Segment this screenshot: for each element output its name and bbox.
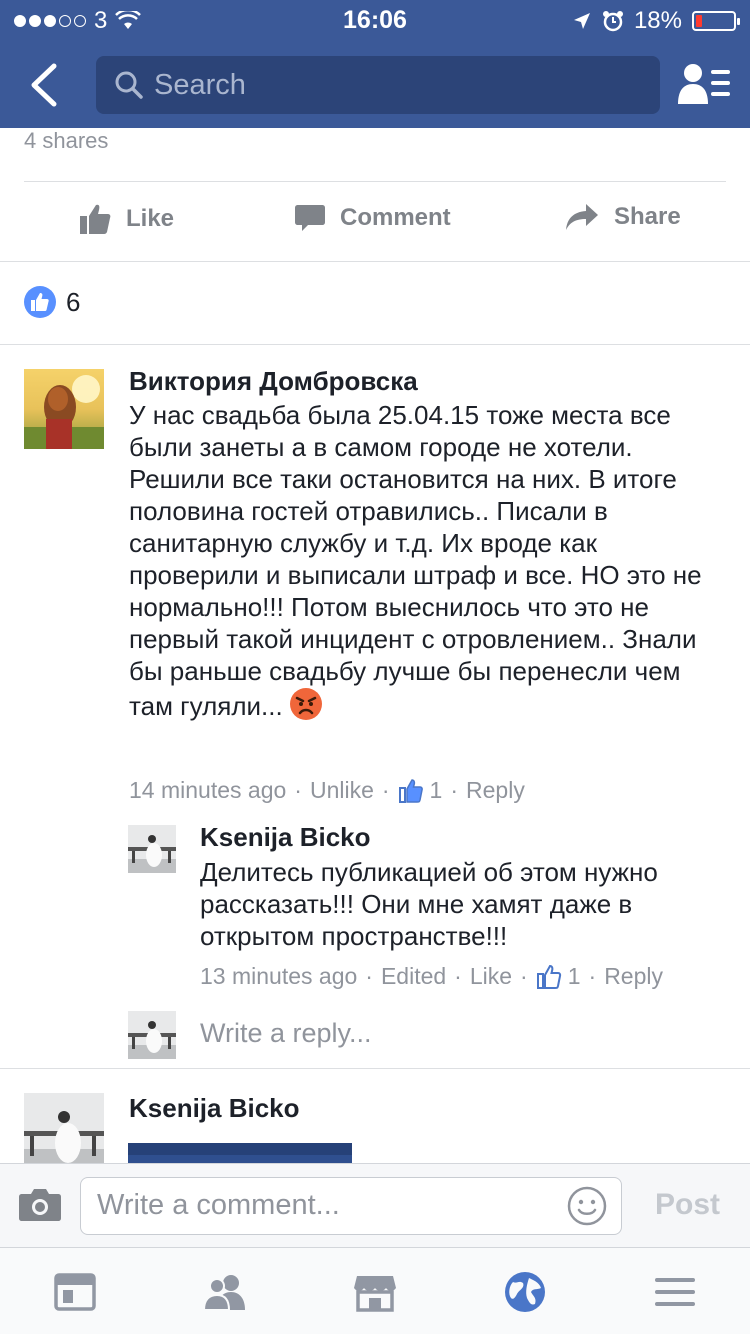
search-field[interactable]: Search xyxy=(96,56,660,114)
comment-input-placeholder: Write a comment... xyxy=(97,1189,340,1221)
like-button[interactable]: Like xyxy=(78,202,174,236)
like-count: 6 xyxy=(66,286,81,317)
avatar[interactable] xyxy=(24,369,104,449)
notifications-globe-icon[interactable] xyxy=(503,1270,547,1314)
search-icon xyxy=(115,71,143,99)
comment-author[interactable]: Виктория Домбровска xyxy=(129,366,418,397)
edited-label[interactable]: Edited xyxy=(381,963,446,990)
thumbs-up-outline-icon xyxy=(398,778,423,803)
search-placeholder: Search xyxy=(154,69,246,101)
top-bar: 3 16:06 18% Search xyxy=(0,0,750,128)
thumbs-up-icon xyxy=(80,204,111,234)
reply-like-count[interactable]: 1 xyxy=(568,963,581,990)
thumbs-up-outline-icon xyxy=(536,964,561,989)
share-label: Share xyxy=(614,203,681,230)
reply-link[interactable]: Reply xyxy=(466,777,525,804)
divider xyxy=(0,1068,750,1069)
comment-time[interactable]: 14 minutes ago xyxy=(129,777,286,804)
comment-composer: Write a comment... Post xyxy=(0,1163,750,1247)
comment-body: У нас свадьба была 25.04.15 тоже места в… xyxy=(129,400,702,721)
share-arrow-icon xyxy=(566,204,598,230)
location-arrow-icon xyxy=(573,13,590,29)
reply-time[interactable]: 13 minutes ago xyxy=(200,963,357,990)
shares-count[interactable]: 4 shares xyxy=(24,128,108,154)
divider xyxy=(0,261,750,262)
comment-button[interactable]: Comment xyxy=(294,202,451,234)
attached-screenshot-image[interactable] xyxy=(128,1143,352,1165)
comment-label: Comment xyxy=(340,204,451,231)
menu-icon[interactable] xyxy=(653,1270,697,1314)
status-bar: 3 16:06 18% xyxy=(0,0,750,40)
like-label: Like xyxy=(126,205,175,232)
unlike-link[interactable]: Unlike xyxy=(310,777,374,804)
friends-icon[interactable] xyxy=(203,1270,247,1314)
divider xyxy=(0,344,750,345)
reply-meta: 13 minutes ago · Edited · Like · 1 · Rep… xyxy=(200,963,663,990)
comment-text: У нас свадьба была 25.04.15 тоже места в… xyxy=(129,399,729,722)
comment-author[interactable]: Ksenija Bicko xyxy=(129,1093,300,1124)
comment-input[interactable]: Write a comment... xyxy=(80,1177,622,1235)
battery-percent: 18% xyxy=(633,7,682,34)
post-button[interactable]: Post xyxy=(655,1188,720,1222)
reactions-summary[interactable]: 6 xyxy=(24,286,80,318)
like-link[interactable]: Like xyxy=(470,963,512,990)
avatar[interactable] xyxy=(128,825,176,873)
like-reaction-icon xyxy=(24,286,56,318)
write-reply-input[interactable]: Write a reply... xyxy=(200,1018,372,1049)
alarm-clock-icon xyxy=(602,11,623,32)
news-feed-icon[interactable] xyxy=(53,1270,97,1314)
reply-author[interactable]: Ksenija Bicko xyxy=(200,822,371,853)
avatar xyxy=(128,1011,176,1059)
comment-meta: 14 minutes ago · Unlike · 1 · Reply xyxy=(129,777,525,804)
comment-bubble-icon xyxy=(295,205,325,231)
reply-link[interactable]: Reply xyxy=(604,963,663,990)
marketplace-icon[interactable] xyxy=(353,1270,397,1314)
comment-like-count[interactable]: 1 xyxy=(430,777,443,804)
share-button[interactable]: Share xyxy=(564,202,681,232)
status-right: 18% xyxy=(572,7,740,35)
reply-text: Делитесь публикацией об этом нужно расск… xyxy=(200,857,658,951)
tab-bar xyxy=(0,1247,750,1334)
camera-icon[interactable] xyxy=(18,1186,62,1222)
angry-face-emoji-icon xyxy=(289,688,322,720)
avatar[interactable] xyxy=(24,1093,104,1163)
battery-icon xyxy=(692,11,740,31)
post-actions: Like Comment Share xyxy=(0,182,750,262)
back-arrow-icon[interactable] xyxy=(22,60,66,110)
emoji-picker-icon[interactable] xyxy=(567,1186,607,1226)
friend-requests-icon[interactable] xyxy=(676,62,732,106)
